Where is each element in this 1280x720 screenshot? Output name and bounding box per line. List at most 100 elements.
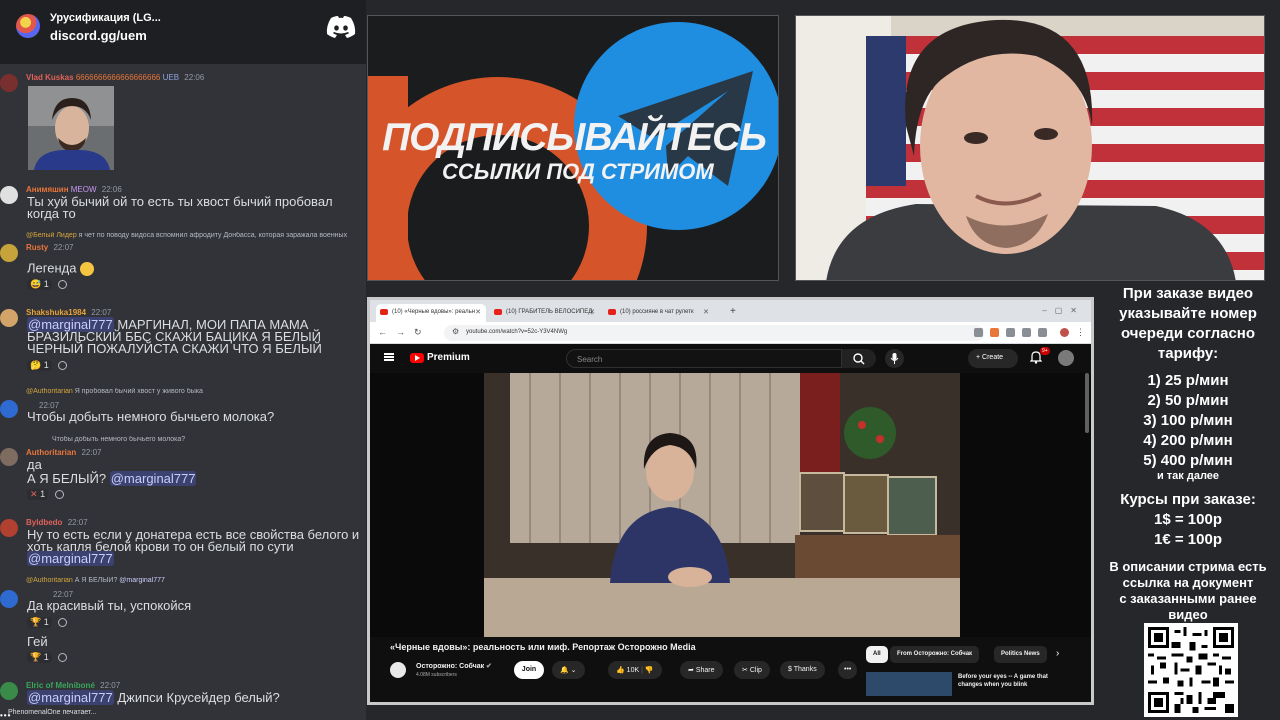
reply-preview[interactable]: @Authoritarian А Я БЕЛЫЙ? @marginal777 [26, 577, 366, 584]
subscriber-count: 4.08M subscribers [416, 672, 457, 678]
close-tab-icon[interactable]: ✕ [703, 308, 709, 316]
price-line: 4) 200 р/мин [1143, 432, 1233, 449]
info-line: указывайте номер [1119, 305, 1257, 322]
promo-title: ПОДПИСЫВАЙТЕСЬ [382, 116, 767, 159]
menu-icon[interactable]: ⋮ [1076, 327, 1085, 338]
recommended-title[interactable]: Before your eyes -- A game that changes … [958, 673, 1070, 689]
search-button[interactable] [842, 349, 876, 368]
chevron-down-icon: ⌄ [570, 667, 577, 674]
more-actions-button[interactable]: ••• [838, 661, 858, 679]
footer-line: видео [1168, 607, 1208, 622]
footer-line: В описании стрима есть [1109, 559, 1267, 574]
user-mention[interactable]: @marginal777 [109, 471, 197, 486]
message-text: Гей [27, 634, 48, 649]
user-avatar [0, 448, 18, 466]
verified-icon: ✔ [486, 663, 492, 670]
promo-subtitle: ССЫЛКИ ПОД СТРИМОМ [442, 159, 714, 184]
extension-icon[interactable] [1022, 328, 1031, 337]
browser-tab[interactable]: (10) россияне в чат рулетк ✕ [604, 304, 714, 322]
message-author: Byldbedo [26, 518, 63, 527]
chat-message: Elric of Melniboné 22:07 @marginal777 Дж… [0, 678, 366, 708]
add-reaction-icon[interactable] [58, 618, 68, 628]
window-controls[interactable]: –▢✕ [1042, 306, 1085, 315]
add-reaction-icon[interactable] [58, 280, 68, 290]
discord-chat: Урусификация (LG... discord.gg/uem Vlad … [0, 0, 366, 720]
search-input[interactable]: Search [566, 349, 842, 368]
qr-code[interactable] [1144, 623, 1238, 717]
message-text: Ну то есть если у донатера есть все свой… [27, 527, 360, 554]
youtube-brand[interactable]: Premium [427, 352, 470, 363]
account-avatar[interactable] [1058, 350, 1074, 366]
reaction-chip[interactable]: 🏆 1 [27, 617, 52, 628]
reaction-chip[interactable]: 🤔 1 [27, 360, 52, 371]
profile-icon[interactable] [1060, 328, 1069, 337]
add-reaction-icon[interactable] [58, 653, 68, 663]
message-author: Authoritarian [26, 448, 77, 457]
extension-icon[interactable] [990, 328, 999, 337]
footer-line: с заказанными ранее [1119, 591, 1257, 606]
info-line: тарифу: [1157, 345, 1219, 362]
add-reaction-icon[interactable] [54, 490, 64, 500]
channel-name[interactable]: Осторожно: Собчак ✔ [416, 662, 492, 670]
reload-icon[interactable]: ↻ [414, 327, 422, 338]
streamer-webcam [795, 15, 1265, 281]
site-info-icon[interactable]: ⚙ [452, 327, 459, 336]
chat-message: @Authoritarian Я пробовал бычий хвост у … [0, 386, 366, 426]
price-line: 2) 50 р/мин [1147, 392, 1229, 409]
order-info-panel: При заказе видео указывайте номер очеред… [1096, 282, 1280, 720]
youtube-logo-icon[interactable] [410, 353, 424, 363]
notification-bell-button[interactable]: 🔔 ⌄ [552, 661, 585, 679]
message-time: 22:07 [81, 448, 102, 457]
reaction-chip[interactable]: 😅 1 [27, 279, 52, 290]
close-tab-icon[interactable]: ✕ [589, 308, 595, 316]
reaction-chip[interactable]: 🏆 1 [27, 652, 52, 663]
user-avatar [0, 400, 18, 418]
join-button[interactable]: Join [514, 661, 544, 679]
user-avatar [0, 682, 18, 700]
video-frame [370, 373, 1091, 637]
thanks-button[interactable]: $ Thanks [780, 661, 825, 679]
hamburger-menu-icon[interactable] [384, 353, 394, 361]
user-mention[interactable]: @marginal777 [27, 551, 114, 566]
reply-preview[interactable]: @Authoritarian Я пробовал бычий хвост у … [26, 388, 366, 395]
address-bar[interactable]: ⚙ youtube.com/watch?v=52c-Y3V4NWg [444, 325, 984, 341]
share-icon: ➦ [688, 667, 694, 674]
browser-tab[interactable]: (10) ГРАБИТЕЛЬ ВЕЛОСИПЕД ✕ [490, 304, 600, 322]
reply-preview[interactable]: Чтобы добыть немного бычьего молока? [52, 436, 366, 443]
chip-politics-news[interactable]: Politics News [994, 646, 1047, 663]
video-player[interactable] [370, 373, 1091, 637]
server-icon [16, 14, 40, 38]
recommended-thumbnail[interactable] [866, 672, 952, 696]
thumbs-down-icon: 👎 [644, 667, 654, 674]
extension-icon[interactable] [1038, 328, 1047, 337]
extension-icon[interactable] [974, 328, 983, 337]
reaction-chip[interactable]: ✕ 1 [27, 489, 49, 500]
youtube-favicon-icon [608, 309, 616, 315]
chevron-right-icon[interactable]: › [1056, 648, 1059, 659]
attached-image[interactable] [28, 86, 114, 170]
channel-avatar[interactable] [390, 662, 406, 678]
create-button[interactable]: + Create [968, 349, 1018, 368]
chip-from-channel[interactable]: From Осторожно: Собчак [890, 646, 980, 663]
thumbs-up-icon: 👍 [616, 667, 625, 674]
bell-icon: 🔔 [560, 667, 569, 674]
notification-count-badge: 9+ [1040, 347, 1050, 355]
user-mention[interactable]: @marginal777 [27, 690, 114, 705]
extension-icon[interactable] [1006, 328, 1015, 337]
forward-icon[interactable]: → [396, 327, 405, 337]
browser-tab-active[interactable]: (10) «Черные вдовы»: реальн ✕ [376, 304, 486, 322]
youtube-favicon-icon [494, 309, 502, 315]
chat-message: @Белый Лидер я чет по поводу видоса вспо… [0, 230, 366, 292]
clip-button[interactable]: ✂ Clip [734, 661, 770, 679]
new-tab-icon[interactable]: + [730, 306, 736, 317]
reply-preview[interactable]: @Белый Лидер я чет по поводу видоса вспо… [26, 232, 366, 239]
message-author: Shakshuka1984 [26, 308, 87, 317]
chip-all[interactable]: All [866, 646, 888, 663]
back-icon[interactable]: ← [378, 327, 387, 337]
page-scrollbar[interactable] [1085, 373, 1089, 433]
voice-search-button[interactable] [885, 349, 904, 368]
close-tab-icon[interactable]: ✕ [475, 308, 481, 316]
like-button[interactable]: 👍 10K | 👎 [608, 661, 662, 679]
share-button[interactable]: ➦ Share [680, 661, 723, 679]
add-reaction-icon[interactable] [58, 361, 68, 371]
